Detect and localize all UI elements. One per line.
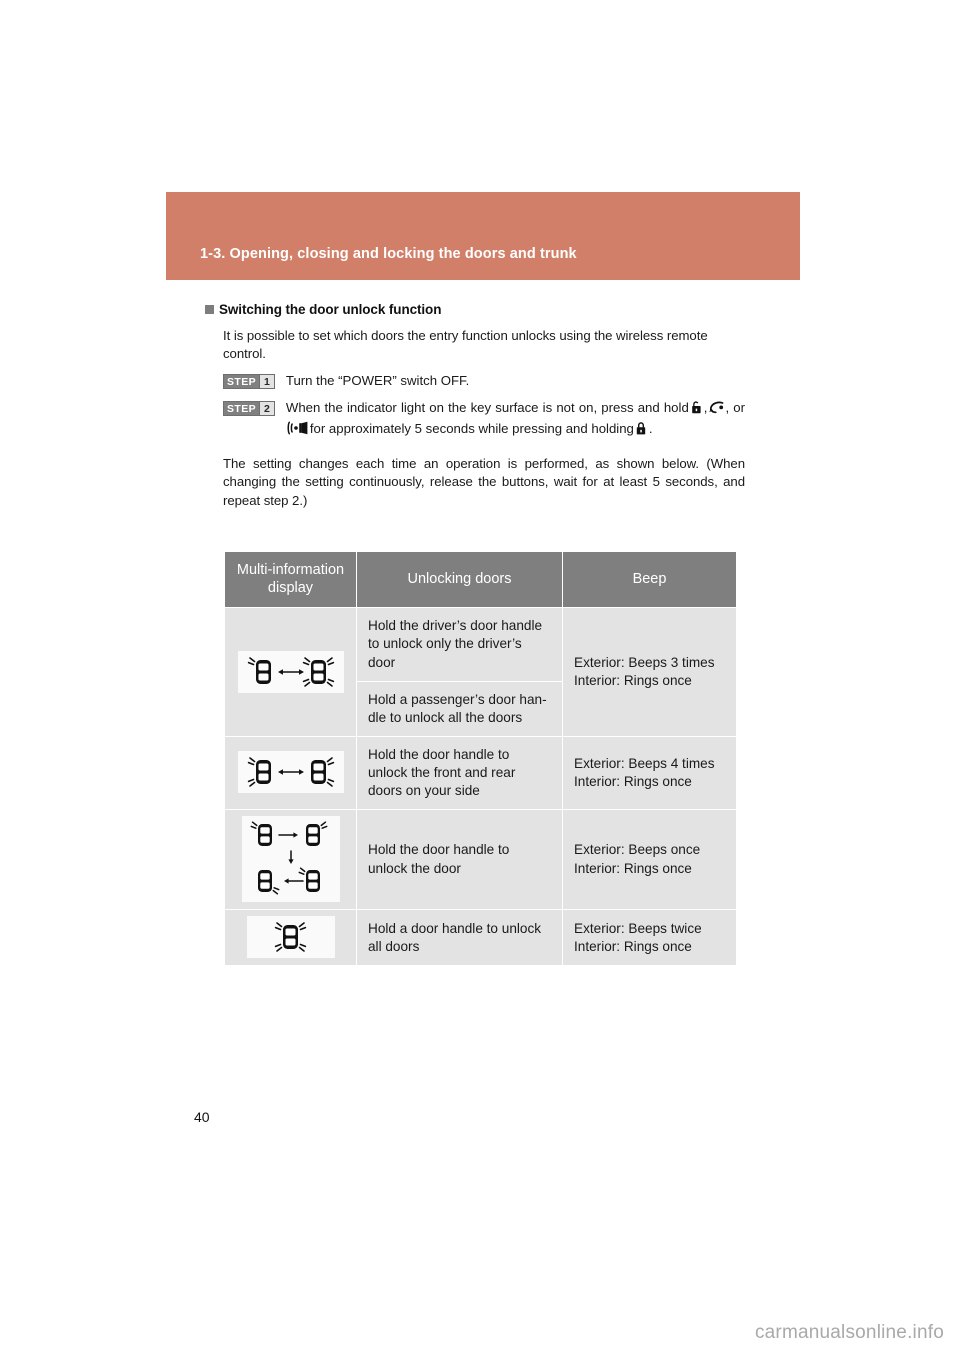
step-1-badge-word: STEP: [224, 375, 260, 389]
step-2-text-part1: When the indicator light on the key surf…: [285, 400, 689, 416]
section-heading: Switching the door unlock function: [219, 302, 442, 317]
table-row: Hold the door handle to unlock the front…: [224, 735, 737, 811]
step-2-badge: STEP 2: [223, 401, 275, 417]
table-header-display: Multi-information display: [224, 550, 357, 609]
unlocking-cell-3: Hold the door handle to unlock the door: [356, 808, 563, 911]
section-heading-row: Switching the door unlock function: [205, 302, 745, 317]
panic-alarm-icon: [287, 421, 309, 441]
beep-line-interior: Interior: Rings once: [574, 673, 692, 689]
unlocking-cell-4: Hold a door handle to unlock all doors: [356, 909, 563, 967]
step-2-badge-number: 2: [259, 402, 274, 416]
one-car-all-doors-icon: [246, 916, 335, 959]
beep-line-interior: Interior: Rings once: [574, 938, 692, 954]
table-row: Hold the driver’s door handle to unlock …: [224, 607, 737, 737]
two-cars-driver-then-all-doors-icon: [237, 650, 344, 693]
page-number: 40: [194, 1109, 210, 1125]
four-cars-single-door-icon: [241, 816, 340, 902]
step-1-badge: STEP 1: [223, 374, 275, 390]
display-cell-3: [224, 808, 357, 911]
watermark: carmanualsonline.info: [754, 1322, 944, 1343]
step-2-sep-2: , or: [725, 400, 745, 416]
content-column: Switching the door unlock function It is…: [205, 302, 745, 519]
table-header-unlocking: Unlocking doors: [356, 550, 563, 609]
intro-paragraph: It is possible to set which doors the en…: [223, 328, 708, 362]
display-cell-4: [224, 909, 357, 967]
beep-cell-2: Exterior: Beeps 4 times Interior: Rings …: [562, 735, 737, 811]
step-1-text: Turn the “POWER” switch OFF.: [285, 373, 470, 389]
step-2-sep-1: ,: [703, 400, 708, 416]
display-cell-2: [224, 735, 357, 811]
step-2-text-end: .: [648, 421, 653, 437]
beep-cell-3: Exterior: Beeps once Interior: Rings onc…: [562, 808, 737, 911]
chapter-header-bar: 1-3. Opening, closing and locking the do…: [166, 192, 800, 280]
chapter-title: 1-3. Opening, closing and locking the do…: [200, 246, 577, 262]
manual-page: 1-3. Opening, closing and locking the do…: [0, 0, 960, 1358]
beep-line-interior: Interior: Rings once: [574, 860, 692, 876]
display-cell-1: [224, 607, 357, 737]
note-paragraph: The setting changes each time an operati…: [223, 456, 745, 508]
step-2-text-part2: for approximately 5 seconds while pressi…: [309, 421, 634, 437]
unlocking-cell-2: Hold the door handle to unlock the front…: [356, 735, 563, 811]
two-cars-side-doors-icon: [237, 751, 344, 794]
step-1-row: STEP 1 Turn the “POWER” switch OFF.: [223, 372, 745, 391]
beep-line-exterior: Exterior: Beeps twice: [574, 920, 702, 936]
table-header-row: Multi-information display Unlocking door…: [224, 550, 737, 609]
beep-line-exterior: Exterior: Beeps 3 times: [574, 654, 715, 670]
unlock-settings-table: Multi-information display Unlocking door…: [224, 550, 737, 967]
beep-line-exterior: Exterior: Beeps once: [574, 842, 701, 858]
step-2-text: When the indicator light on the key surf…: [286, 399, 745, 441]
unlocking-cell-1a: Hold the driver’s door handle to unlock …: [356, 607, 563, 682]
table-row: Hold the door handle to unlock the door …: [224, 808, 737, 911]
square-bullet-icon: [205, 305, 214, 314]
unlocking-cell-1b: Hold a passenger’s door han-dle to unloc…: [356, 680, 563, 737]
trunk-open-icon: [708, 400, 724, 420]
table-header-beep: Beep: [562, 550, 737, 609]
lock-icon: [635, 421, 648, 441]
beep-line-exterior: Exterior: Beeps 4 times: [574, 755, 715, 771]
table-row: Hold a door handle to unlock all doors E…: [224, 909, 737, 967]
step-1-badge-number: 1: [259, 375, 274, 389]
beep-cell-1: Exterior: Beeps 3 times Interior: Rings …: [562, 607, 737, 737]
step-2-row: STEP 2 When the indicator light on the k…: [223, 399, 745, 441]
unlock-icon: [690, 400, 703, 420]
beep-line-interior: Interior: Rings once: [574, 773, 692, 789]
step-2-badge-word: STEP: [224, 402, 260, 416]
beep-cell-4: Exterior: Beeps twice Interior: Rings on…: [562, 909, 737, 967]
